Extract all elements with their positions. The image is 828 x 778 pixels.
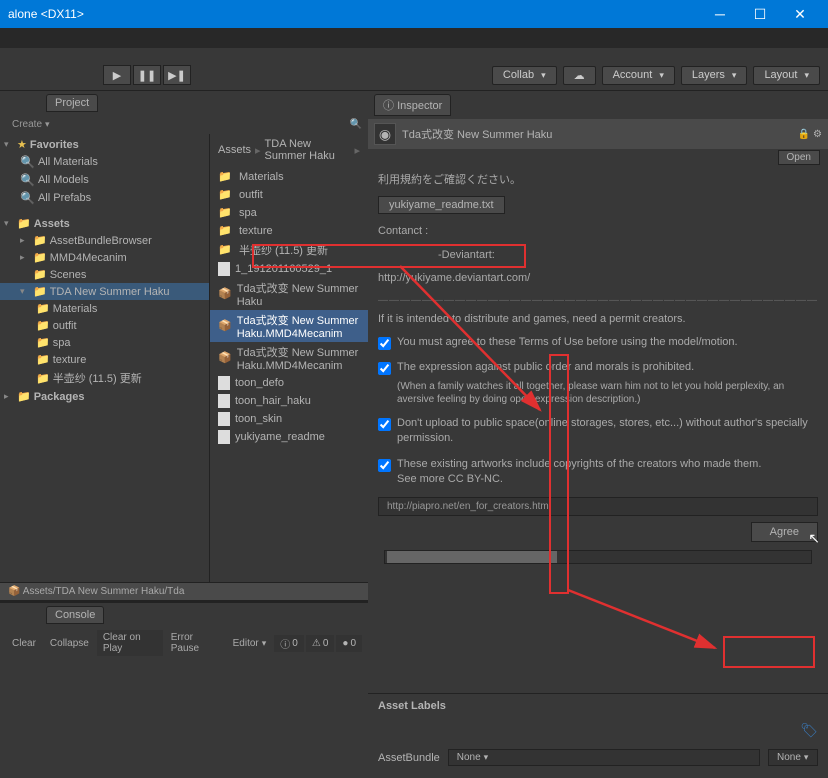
breadcrumb-root[interactable]: Assets (218, 144, 251, 156)
inspector-title: Tda式改变 New Summer Haku (402, 126, 792, 142)
distribute-note: If it is intended to distribute and game… (378, 312, 818, 327)
tree-subfolder[interactable]: 📁outfit (0, 317, 209, 334)
asset-item[interactable]: 📁Materials (210, 168, 368, 186)
inspector-tab[interactable]: ⓘ Inspector (374, 94, 451, 116)
error-pause-button[interactable]: Error Pause (165, 630, 225, 656)
breadcrumb-folder[interactable]: TDA New Summer Haku (265, 138, 351, 162)
asset-item[interactable]: toon_hair_haku (210, 392, 368, 410)
term-checkbox-row: Don't upload to public space(online stor… (378, 416, 818, 447)
project-tree: ▾★Favorites 🔍All Materials 🔍All Models 🔍… (0, 134, 210, 582)
asset-bundle-variant-dropdown[interactable]: None (768, 749, 818, 766)
unity-icon: ◉ (374, 123, 396, 145)
asset-item[interactable]: 📦Tda式改变 New Summer Haku.MMD4Mecanim (210, 310, 368, 342)
term2-note: (When a family watches it all together, … (397, 380, 812, 406)
assets-header[interactable]: ▾📁Assets (0, 215, 209, 232)
asset-bundle-dropdown[interactable]: None (448, 749, 760, 766)
term4-label: These existing artworks include copyrigh… (397, 457, 761, 472)
term2-checkbox[interactable] (378, 362, 391, 375)
readme-file-button[interactable]: yukiyame_readme.txt (378, 196, 505, 214)
tree-folder[interactable]: ▸📁AssetBundleBrowser (0, 232, 209, 249)
favorite-item[interactable]: 🔍All Prefabs (0, 189, 209, 207)
tree-subfolder[interactable]: 📁Materials (0, 300, 209, 317)
error-count[interactable]: ● 0 (336, 635, 362, 652)
open-button[interactable]: Open (778, 150, 820, 165)
asset-item[interactable]: 📁半壶纱 (11.5) 更新 (210, 240, 368, 260)
term-checkbox-row: These existing artworks include copyrigh… (378, 457, 818, 488)
term-checkbox-row: The expression against public order and … (378, 360, 818, 405)
tree-folder[interactable]: ▸📁MMD4Mecanim (0, 249, 209, 266)
footer-path: 📦 Assets/TDA New Summer Haku/Tda (0, 582, 368, 600)
close-button[interactable]: ✕ (780, 0, 820, 28)
tree-folder[interactable]: 📁Scenes (0, 266, 209, 283)
term3-label: Don't upload to public space(online stor… (397, 416, 812, 447)
layers-dropdown[interactable]: Layers (681, 66, 748, 85)
term1-label: You must agree to these Terms of Use bef… (397, 335, 738, 350)
horizontal-scrollbar[interactable] (384, 550, 812, 564)
asset-item[interactable]: 📦Tda式改变 New Summer Haku.MMD4Mecanim (210, 342, 368, 374)
collapse-button[interactable]: Collapse (44, 636, 95, 651)
asset-bundle-label: AssetBundle (378, 752, 440, 764)
console-tab[interactable]: Console (46, 606, 104, 624)
asset-item[interactable]: 1_191201160529_1 (210, 260, 368, 278)
cloud-button[interactable]: ☁ (563, 66, 596, 85)
tag-icon[interactable]: 🏷 (800, 722, 818, 739)
term2-label: The expression against public order and … (397, 360, 812, 375)
account-dropdown[interactable]: Account (602, 66, 675, 85)
favorite-item[interactable]: 🔍All Materials (0, 153, 209, 171)
asset-labels-title: Asset Labels (378, 700, 818, 712)
tree-subfolder[interactable]: 📁半壶纱 (11.5) 更新 (0, 368, 209, 388)
tree-subfolder[interactable]: 📁spa (0, 334, 209, 351)
favorite-item[interactable]: 🔍All Models (0, 171, 209, 189)
step-button[interactable]: ▶❚ (163, 65, 191, 85)
confirm-text: 利用規約をご確認ください。 (378, 173, 818, 188)
divider: ―――――――――――――――――――――――――――――――――――――――― (378, 295, 818, 306)
asset-item[interactable]: 📦Tda式改变 New Summer Haku (210, 278, 368, 310)
term-checkbox-row: You must agree to these Terms of Use bef… (378, 335, 818, 350)
play-button[interactable]: ▶ (103, 65, 131, 85)
clear-on-play-button[interactable]: Clear on Play (97, 630, 163, 656)
collab-dropdown[interactable]: Collab (492, 66, 557, 85)
see-more-label: See more CC BY-NC. (397, 472, 761, 487)
window-title: alone <DX11> (8, 7, 700, 21)
term3-checkbox[interactable] (378, 418, 391, 431)
asset-list: 📁Materials📁outfit📁spa📁texture📁半壶纱 (11.5)… (210, 166, 368, 448)
editor-dropdown[interactable]: Editor (227, 636, 273, 651)
info-count[interactable]: ⓘ 0 (274, 635, 304, 652)
project-tab[interactable]: Project (46, 94, 98, 112)
maximize-button[interactable]: ☐ (740, 0, 780, 28)
tree-folder-selected[interactable]: ▾📁TDA New Summer Haku (0, 283, 209, 300)
window-titlebar: alone <DX11> ─ ☐ ✕ (0, 0, 828, 28)
layout-dropdown[interactable]: Layout (753, 66, 820, 85)
warn-count[interactable]: ⚠ 0 (306, 635, 335, 652)
asset-item[interactable]: 📁outfit (210, 186, 368, 204)
term4-checkbox[interactable] (378, 459, 391, 472)
contact-label: Contanct : (378, 224, 818, 239)
packages-header[interactable]: ▸📁Packages (0, 388, 209, 405)
term1-checkbox[interactable] (378, 337, 391, 350)
pause-button[interactable]: ❚❚ (133, 65, 161, 85)
breadcrumb: Assets ▸ TDA New Summer Haku ▸ (210, 134, 368, 166)
create-dropdown[interactable]: Create (6, 118, 56, 131)
piapro-url: http://piapro.net/en_for_creators.html (378, 497, 818, 516)
project-panel-header: Project (0, 90, 368, 115)
deviantart-label: -Deviantart: (378, 248, 818, 263)
menubar (0, 28, 828, 48)
asset-item[interactable]: 📁spa (210, 204, 368, 222)
clear-button[interactable]: Clear (6, 636, 42, 651)
tree-subfolder[interactable]: 📁texture (0, 351, 209, 368)
asset-item[interactable]: yukiyame_readme (210, 428, 368, 446)
main-toolbar: ▶ ❚❚ ▶❚ Collab ☁ Account Layers Layout (0, 60, 828, 90)
contact-url: http://yukiyame.deviantart.com/ (378, 271, 818, 286)
favorites-header[interactable]: ▾★Favorites (0, 136, 209, 153)
minimize-button[interactable]: ─ (700, 0, 740, 28)
asset-item[interactable]: toon_defo (210, 374, 368, 392)
asset-item[interactable]: toon_skin (210, 410, 368, 428)
cursor-icon: ↖ (808, 530, 820, 547)
asset-item[interactable]: 📁texture (210, 222, 368, 240)
